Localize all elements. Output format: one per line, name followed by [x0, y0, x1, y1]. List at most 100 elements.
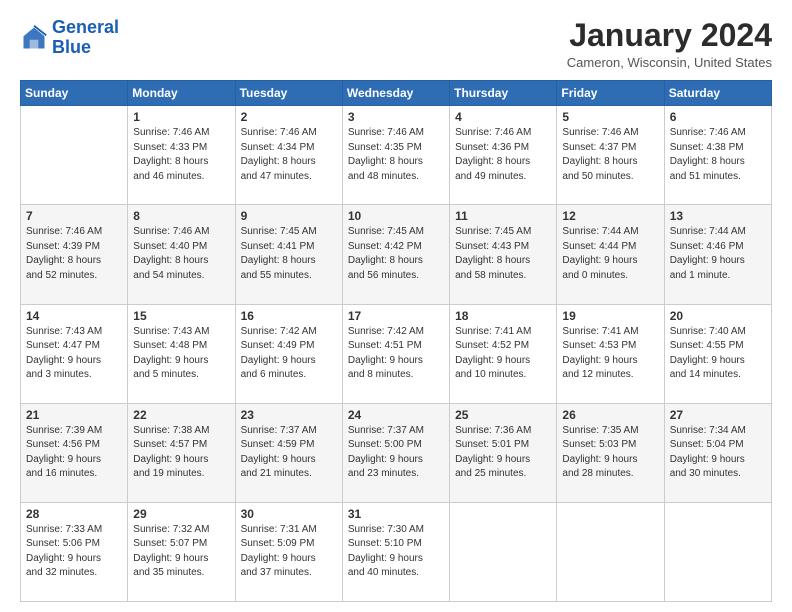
day-info: Sunrise: 7:46 AM Sunset: 4:36 PM Dayligh… — [455, 126, 551, 184]
day-number: 12 — [562, 209, 658, 223]
table-row: 10Sunrise: 7:45 AM Sunset: 4:42 PM Dayli… — [342, 205, 449, 304]
table-row: 16 Sunrise: 7:42 AM Sunset: 4:49 PM Dayli… — [235, 304, 342, 403]
table-row: 20 Sunrise: 7:40 AM Sunset: 4:55 PM Dayli… — [664, 304, 771, 403]
header-monday: Monday — [128, 81, 235, 106]
day-info: Sunrise: 7:36 AM Sunset: 5:01 PM Dayligh… — [455, 424, 551, 482]
day-number: 31 — [348, 507, 444, 521]
day-info: Sunrise: 7:46 AM Sunset: 4:34 PM Dayligh… — [241, 126, 337, 184]
day-number: 20 — [670, 309, 766, 323]
day-info: Sunrise: 7:31 AM Sunset: 5:09 PM Dayligh… — [241, 523, 337, 581]
table-row: 3 Sunrise: 7:46 AM Sunset: 4:35 PM Daylig… — [342, 106, 449, 205]
day-number: 2 — [241, 110, 337, 124]
table-row: 31 Sunrise: 7:30 AM Sunset: 5:10 PM Dayli… — [342, 502, 449, 601]
day-number: 26 — [562, 408, 658, 422]
day-number: 23 — [241, 408, 337, 422]
table-row: 24Sunrise: 7:37 AM Sunset: 5:00 PM Dayli… — [342, 403, 449, 502]
day-number: 19 — [562, 309, 658, 323]
day-info: Sunrise: 7:32 AM Sunset: 5:07 PM Dayligh… — [133, 523, 229, 581]
day-info: Sunrise: 7:46 AM Sunset: 4:37 PM Dayligh… — [562, 126, 658, 184]
day-info: Sunrise: 7:30 AM Sunset: 5:10 PM Dayligh… — [348, 523, 444, 581]
calendar-table: Sunday Monday Tuesday Wednesday Thursday… — [20, 80, 772, 602]
day-info: Sunrise: 7:46 AM Sunset: 4:33 PM Dayligh… — [133, 126, 229, 184]
day-number: 13 — [670, 209, 766, 223]
day-info: Sunrise: 7:46 AM Sunset: 4:38 PM Dayligh… — [670, 126, 766, 184]
table-row — [450, 502, 557, 601]
logo-line2: Blue — [52, 37, 91, 57]
day-number: 6 — [670, 110, 766, 124]
day-info: Sunrise: 7:44 AM Sunset: 4:46 PM Dayligh… — [670, 225, 766, 283]
table-row: 9 Sunrise: 7:45 AM Sunset: 4:41 PM Daylig… — [235, 205, 342, 304]
table-row — [557, 502, 664, 601]
header-saturday: Saturday — [664, 81, 771, 106]
day-info: Sunrise: 7:33 AM Sunset: 5:06 PM Dayligh… — [26, 523, 122, 581]
table-row — [664, 502, 771, 601]
table-row: 28 Sunrise: 7:33 AM Sunset: 5:06 PM Dayli… — [21, 502, 128, 601]
day-info: Sunrise: 7:45 AM Sunset: 4:42 PM Dayligh… — [348, 225, 444, 283]
calendar-week-row: 21 Sunrise: 7:39 AM Sunset: 4:56 PM Dayli… — [21, 403, 772, 502]
table-row: 26 Sunrise: 7:35 AM Sunset: 5:03 PM Dayli… — [557, 403, 664, 502]
day-info: Sunrise: 7:42 AM Sunset: 4:51 PM Dayligh… — [348, 325, 444, 383]
day-info: Sunrise: 7:46 AM Sunset: 4:40 PM Dayligh… — [133, 225, 229, 283]
location: Cameron, Wisconsin, United States — [567, 55, 772, 70]
day-info: Sunrise: 7:43 AM Sunset: 4:47 PM Dayligh… — [26, 325, 122, 383]
day-info: Sunrise: 7:46 AM Sunset: 4:35 PM Dayligh… — [348, 126, 444, 184]
day-info: Sunrise: 7:45 AM Sunset: 4:41 PM Dayligh… — [241, 225, 337, 283]
title-block: January 2024 Cameron, Wisconsin, United … — [567, 18, 772, 70]
table-row: 21 Sunrise: 7:39 AM Sunset: 4:56 PM Dayli… — [21, 403, 128, 502]
day-number: 22 — [133, 408, 229, 422]
day-number: 11 — [455, 209, 551, 223]
day-number: 25 — [455, 408, 551, 422]
table-row: 19Sunrise: 7:41 AM Sunset: 4:53 PM Dayli… — [557, 304, 664, 403]
day-info: Sunrise: 7:46 AM Sunset: 4:39 PM Dayligh… — [26, 225, 122, 283]
day-number: 18 — [455, 309, 551, 323]
day-number: 30 — [241, 507, 337, 521]
day-number: 14 — [26, 309, 122, 323]
day-number: 7 — [26, 209, 122, 223]
day-number: 8 — [133, 209, 229, 223]
table-row: 12 Sunrise: 7:44 AM Sunset: 4:44 PM Dayli… — [557, 205, 664, 304]
header-sunday: Sunday — [21, 81, 128, 106]
day-number: 3 — [348, 110, 444, 124]
table-row: 5Sunrise: 7:46 AM Sunset: 4:37 PM Daylig… — [557, 106, 664, 205]
day-number: 29 — [133, 507, 229, 521]
day-info: Sunrise: 7:40 AM Sunset: 4:55 PM Dayligh… — [670, 325, 766, 383]
day-info: Sunrise: 7:45 AM Sunset: 4:43 PM Dayligh… — [455, 225, 551, 283]
table-row: 22 Sunrise: 7:38 AM Sunset: 4:57 PM Dayli… — [128, 403, 235, 502]
day-info: Sunrise: 7:37 AM Sunset: 4:59 PM Dayligh… — [241, 424, 337, 482]
logo-line1: General — [52, 17, 119, 37]
calendar-week-row: 14 Sunrise: 7:43 AM Sunset: 4:47 PM Dayli… — [21, 304, 772, 403]
table-row: 13 Sunrise: 7:44 AM Sunset: 4:46 PM Dayli… — [664, 205, 771, 304]
day-number: 1 — [133, 110, 229, 124]
table-row — [21, 106, 128, 205]
month-title: January 2024 — [567, 18, 772, 53]
day-info: Sunrise: 7:41 AM Sunset: 4:52 PM Dayligh… — [455, 325, 551, 383]
calendar-header-row: Sunday Monday Tuesday Wednesday Thursday… — [21, 81, 772, 106]
day-info: Sunrise: 7:39 AM Sunset: 4:56 PM Dayligh… — [26, 424, 122, 482]
day-number: 17 — [348, 309, 444, 323]
logo: General Blue — [20, 18, 119, 58]
day-info: Sunrise: 7:44 AM Sunset: 4:44 PM Dayligh… — [562, 225, 658, 283]
header-friday: Friday — [557, 81, 664, 106]
table-row: 7 Sunrise: 7:46 AM Sunset: 4:39 PM Daylig… — [21, 205, 128, 304]
table-row: 18 Sunrise: 7:41 AM Sunset: 4:52 PM Dayli… — [450, 304, 557, 403]
day-info: Sunrise: 7:42 AM Sunset: 4:49 PM Dayligh… — [241, 325, 337, 383]
day-number: 28 — [26, 507, 122, 521]
table-row: 25 Sunrise: 7:36 AM Sunset: 5:01 PM Dayli… — [450, 403, 557, 502]
day-info: Sunrise: 7:35 AM Sunset: 5:03 PM Dayligh… — [562, 424, 658, 482]
day-info: Sunrise: 7:38 AM Sunset: 4:57 PM Dayligh… — [133, 424, 229, 482]
calendar-week-row: 1 Sunrise: 7:46 AM Sunset: 4:33 PM Daylig… — [21, 106, 772, 205]
table-row: 8 Sunrise: 7:46 AM Sunset: 4:40 PM Daylig… — [128, 205, 235, 304]
day-number: 16 — [241, 309, 337, 323]
day-info: Sunrise: 7:34 AM Sunset: 5:04 PM Dayligh… — [670, 424, 766, 482]
day-number: 21 — [26, 408, 122, 422]
logo-icon — [20, 24, 48, 52]
table-row: 2 Sunrise: 7:46 AM Sunset: 4:34 PM Daylig… — [235, 106, 342, 205]
logo-text: General Blue — [52, 18, 119, 58]
table-row: 27Sunrise: 7:34 AM Sunset: 5:04 PM Dayli… — [664, 403, 771, 502]
table-row: 11 Sunrise: 7:45 AM Sunset: 4:43 PM Dayli… — [450, 205, 557, 304]
day-info: Sunrise: 7:43 AM Sunset: 4:48 PM Dayligh… — [133, 325, 229, 383]
day-number: 9 — [241, 209, 337, 223]
header-tuesday: Tuesday — [235, 81, 342, 106]
table-row: 23 Sunrise: 7:37 AM Sunset: 4:59 PM Dayli… — [235, 403, 342, 502]
table-row: 1 Sunrise: 7:46 AM Sunset: 4:33 PM Daylig… — [128, 106, 235, 205]
